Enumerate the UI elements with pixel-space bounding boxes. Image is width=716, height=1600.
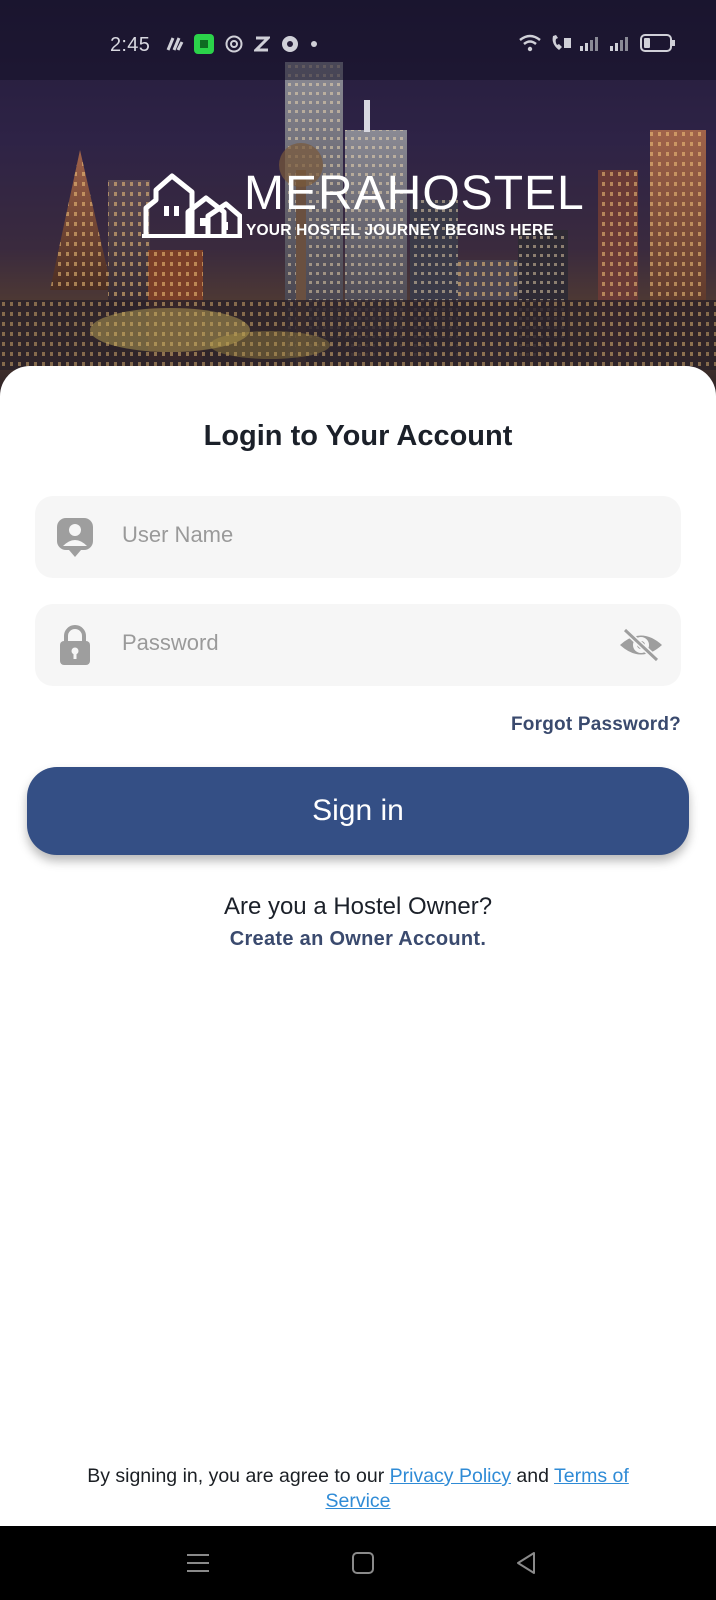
status-icons-left <box>166 34 318 54</box>
brand-title: MERAHOSTEL <box>244 167 585 220</box>
shield-icon <box>280 34 300 54</box>
openai-icon <box>224 34 244 54</box>
user-icon <box>57 518 93 557</box>
status-bar: 2:45 <box>0 0 716 80</box>
page-title: Login to Your Account <box>203 420 513 452</box>
sign-in-button[interactable]: Sign in <box>27 767 689 855</box>
username-input[interactable]: User Name <box>122 522 233 548</box>
status-time: 2:45 <box>110 34 151 56</box>
sim-activity-icon <box>166 36 184 52</box>
privacy-policy-link[interactable]: Privacy Policy <box>390 1465 511 1487</box>
back-icon[interactable] <box>512 1548 542 1578</box>
eye-off-icon[interactable] <box>617 626 665 664</box>
username-field[interactable]: User Name <box>35 496 681 578</box>
password-field[interactable]: Password <box>35 604 681 686</box>
dot-icon <box>310 40 318 48</box>
menu-icon[interactable] <box>183 1548 213 1578</box>
brand-tagline: YOUR HOSTEL JOURNEY BEGINS HERE <box>246 222 554 239</box>
create-owner-account-link[interactable]: Create an Owner Account. <box>0 928 716 951</box>
legal-notice: By signing in, you are agree to our Priv… <box>70 1464 646 1514</box>
z-icon <box>254 35 270 53</box>
hostel-buildings-icon <box>142 173 242 238</box>
volte-call-icon <box>550 34 572 52</box>
lock-icon <box>60 625 90 665</box>
status-icons-right <box>518 34 676 52</box>
app-notification-icon <box>194 34 214 54</box>
wifi-icon <box>518 34 542 52</box>
legal-middle: and <box>511 1465 555 1487</box>
system-navigation-bar <box>0 1526 716 1600</box>
forgot-password-link[interactable]: Forgot Password? <box>511 714 681 736</box>
legal-prefix: By signing in, you are agree to our <box>87 1465 390 1487</box>
home-icon[interactable] <box>348 1548 378 1578</box>
brand-logo: MERAHOSTEL YOUR HOSTEL JOURNEY BEGINS HE… <box>142 166 585 246</box>
battery-icon <box>640 34 676 52</box>
password-input[interactable]: Password <box>122 630 219 656</box>
hero-banner: 2:45 MERAHOSTEL YOUR HOSTEL JOURNEY BEGI… <box>0 0 716 400</box>
owner-question: Are you a Hostel Owner? <box>223 893 493 920</box>
signal-icon <box>580 35 602 51</box>
signal-icon <box>610 35 632 51</box>
